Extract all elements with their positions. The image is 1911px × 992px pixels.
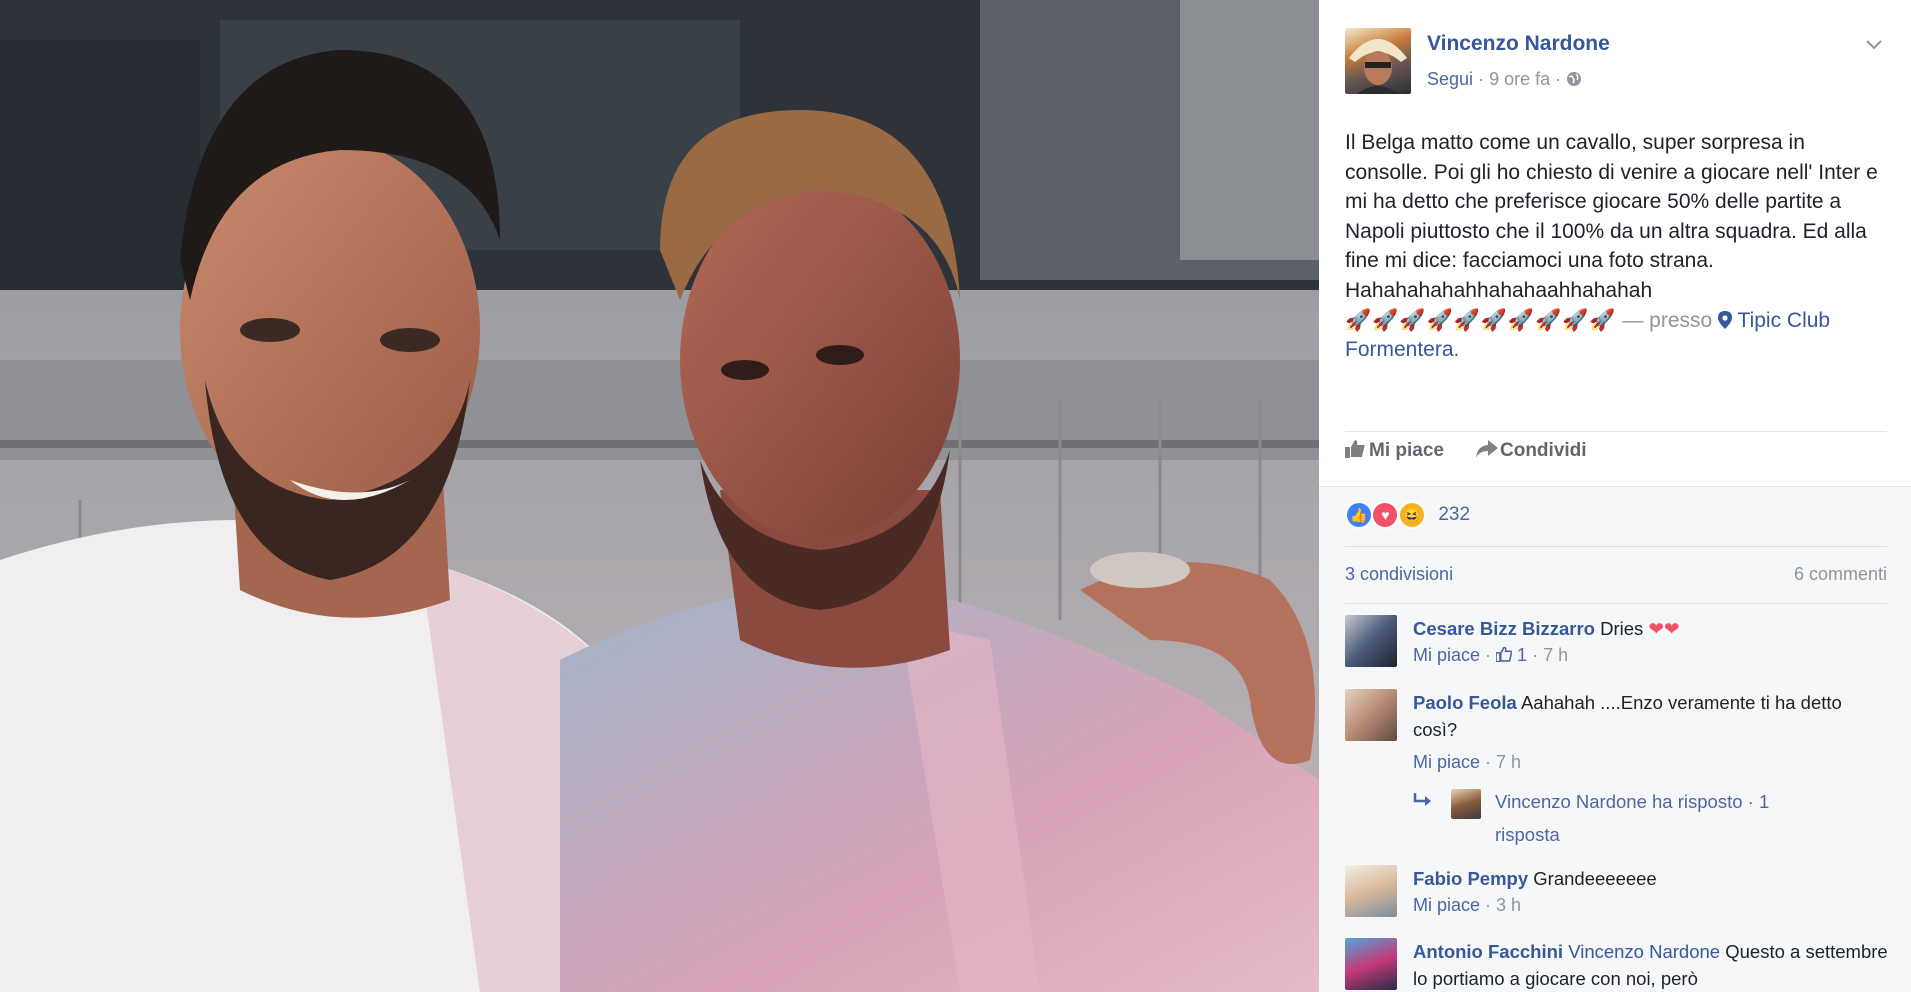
comment-like-link[interactable]: Mi piace: [1413, 645, 1480, 665]
like-label: Mi piace: [1369, 440, 1444, 461]
author-avatar[interactable]: [1345, 28, 1411, 94]
comment-body: Paolo Feola Aahahah ....Enzo veramente t…: [1413, 689, 1890, 776]
comment-time[interactable]: 3 h: [1496, 895, 1521, 915]
meta-separator: ·: [1478, 69, 1485, 89]
comment-meta: Mi piace · 7 h: [1413, 752, 1522, 772]
reactions-summary[interactable]: 👍 ♥ 😆 232: [1345, 501, 1470, 531]
comment: Antonio Facchini Vincenzo Nardone Questo…: [1345, 938, 1890, 992]
reply-arrow-icon: [1413, 785, 1443, 818]
post-photo[interactable]: [0, 0, 1319, 992]
map-pin-icon: [1718, 309, 1737, 332]
comment-time[interactable]: 7 h: [1543, 645, 1568, 665]
post-counts: 3 condivisioni 6 commenti: [1345, 564, 1887, 585]
comment-text: Dries: [1600, 618, 1644, 639]
shares-count[interactable]: 3 condivisioni: [1345, 564, 1453, 584]
post-location-line: 🚀🚀🚀🚀🚀🚀🚀🚀🚀🚀 — presso Tipic Club Formenter…: [1345, 306, 1890, 365]
post-panel: Vincenzo Nardone Segui · 9 ore fa · Il B…: [1319, 0, 1911, 992]
like-reaction-icon: 👍: [1345, 501, 1373, 529]
love-reaction-icon: ♥: [1371, 501, 1400, 529]
comment-body: Fabio Pempy Grandeeeeeee Mi piace · 3 h: [1413, 865, 1890, 919]
comment-time[interactable]: 7 h: [1496, 752, 1521, 772]
comment: Paolo Feola Aahahah ....Enzo veramente t…: [1345, 689, 1890, 851]
comment-meta: Mi piace · 3 h: [1413, 895, 1522, 915]
follow-link[interactable]: Segui: [1427, 69, 1473, 89]
comment-like-link[interactable]: Mi piace: [1413, 752, 1480, 772]
share-button[interactable]: Condividi: [1476, 440, 1587, 462]
commenter-name[interactable]: Paolo Feola: [1413, 692, 1517, 713]
post-text-line: Il Belga matto come un cavallo, super so…: [1345, 131, 1878, 273]
replies-link[interactable]: Vincenzo Nardone ha risposto · 1 rispost…: [1413, 785, 1833, 851]
rocket-emojis: 🚀🚀🚀🚀🚀🚀🚀🚀🚀🚀: [1345, 308, 1617, 332]
comment-meta: Mi piace · 1 · 7 h: [1413, 645, 1569, 665]
post-text-line: Hahahahahahhahahaahhahahah: [1345, 278, 1653, 302]
share-arrow-icon: [1476, 440, 1500, 462]
reaction-count[interactable]: 232: [1438, 504, 1470, 526]
comment-text: Grandeeeeeee: [1533, 868, 1657, 889]
comments-count[interactable]: 6 commenti: [1794, 564, 1887, 585]
thumbs-up-icon: [1345, 440, 1369, 462]
chevron-down-icon[interactable]: [1863, 34, 1885, 56]
comment-body: Antonio Facchini Vincenzo Nardone Questo…: [1413, 938, 1890, 992]
commenter-name[interactable]: Fabio Pempy: [1413, 868, 1528, 889]
post-text: Il Belga matto come un cavallo, super so…: [1345, 128, 1890, 365]
commenter-avatar[interactable]: [1345, 615, 1397, 667]
location-separator: — presso: [1622, 308, 1713, 332]
share-label: Condividi: [1500, 440, 1587, 461]
thumbs-up-icon: [1495, 645, 1517, 665]
commenter-name[interactable]: Cesare Bizz Bizzarro: [1413, 618, 1595, 639]
divider: [1345, 431, 1887, 432]
comment: Cesare Bizz Bizzarro Dries ❤❤ Mi piace ·…: [1345, 615, 1890, 677]
divider: [1345, 546, 1887, 547]
like-button[interactable]: Mi piace: [1345, 440, 1444, 462]
commenter-avatar[interactable]: [1345, 865, 1397, 917]
post-time[interactable]: 9 ore fa: [1489, 69, 1550, 89]
commenter-avatar[interactable]: [1345, 689, 1397, 741]
meta-separator: ·: [1555, 69, 1562, 89]
post-meta: Segui · 9 ore fa ·: [1427, 69, 1582, 90]
comment-like-link[interactable]: Mi piace: [1413, 895, 1480, 915]
post-header: Vincenzo Nardone Segui · 9 ore fa ·: [1345, 28, 1885, 98]
comment-mention[interactable]: Vincenzo Nardone: [1568, 941, 1720, 962]
heart-emojis: ❤❤: [1648, 618, 1680, 639]
globe-icon: [1566, 69, 1582, 89]
reply-avatar: [1451, 789, 1481, 819]
selfie-illustration: [0, 0, 1319, 992]
divider: [1345, 603, 1887, 604]
author-name[interactable]: Vincenzo Nardone: [1427, 32, 1610, 56]
comment: Fabio Pempy Grandeeeeeee Mi piace · 3 h: [1345, 865, 1890, 923]
comment-body: Cesare Bizz Bizzarro Dries ❤❤ Mi piace ·…: [1413, 615, 1890, 669]
comment-like-count[interactable]: 1: [1517, 645, 1527, 665]
commenter-name[interactable]: Antonio Facchini: [1413, 941, 1563, 962]
haha-reaction-icon: 😆: [1397, 501, 1426, 529]
reply-summary: Vincenzo Nardone ha risposto · 1 rispost…: [1495, 791, 1770, 845]
commenter-avatar[interactable]: [1345, 938, 1397, 990]
